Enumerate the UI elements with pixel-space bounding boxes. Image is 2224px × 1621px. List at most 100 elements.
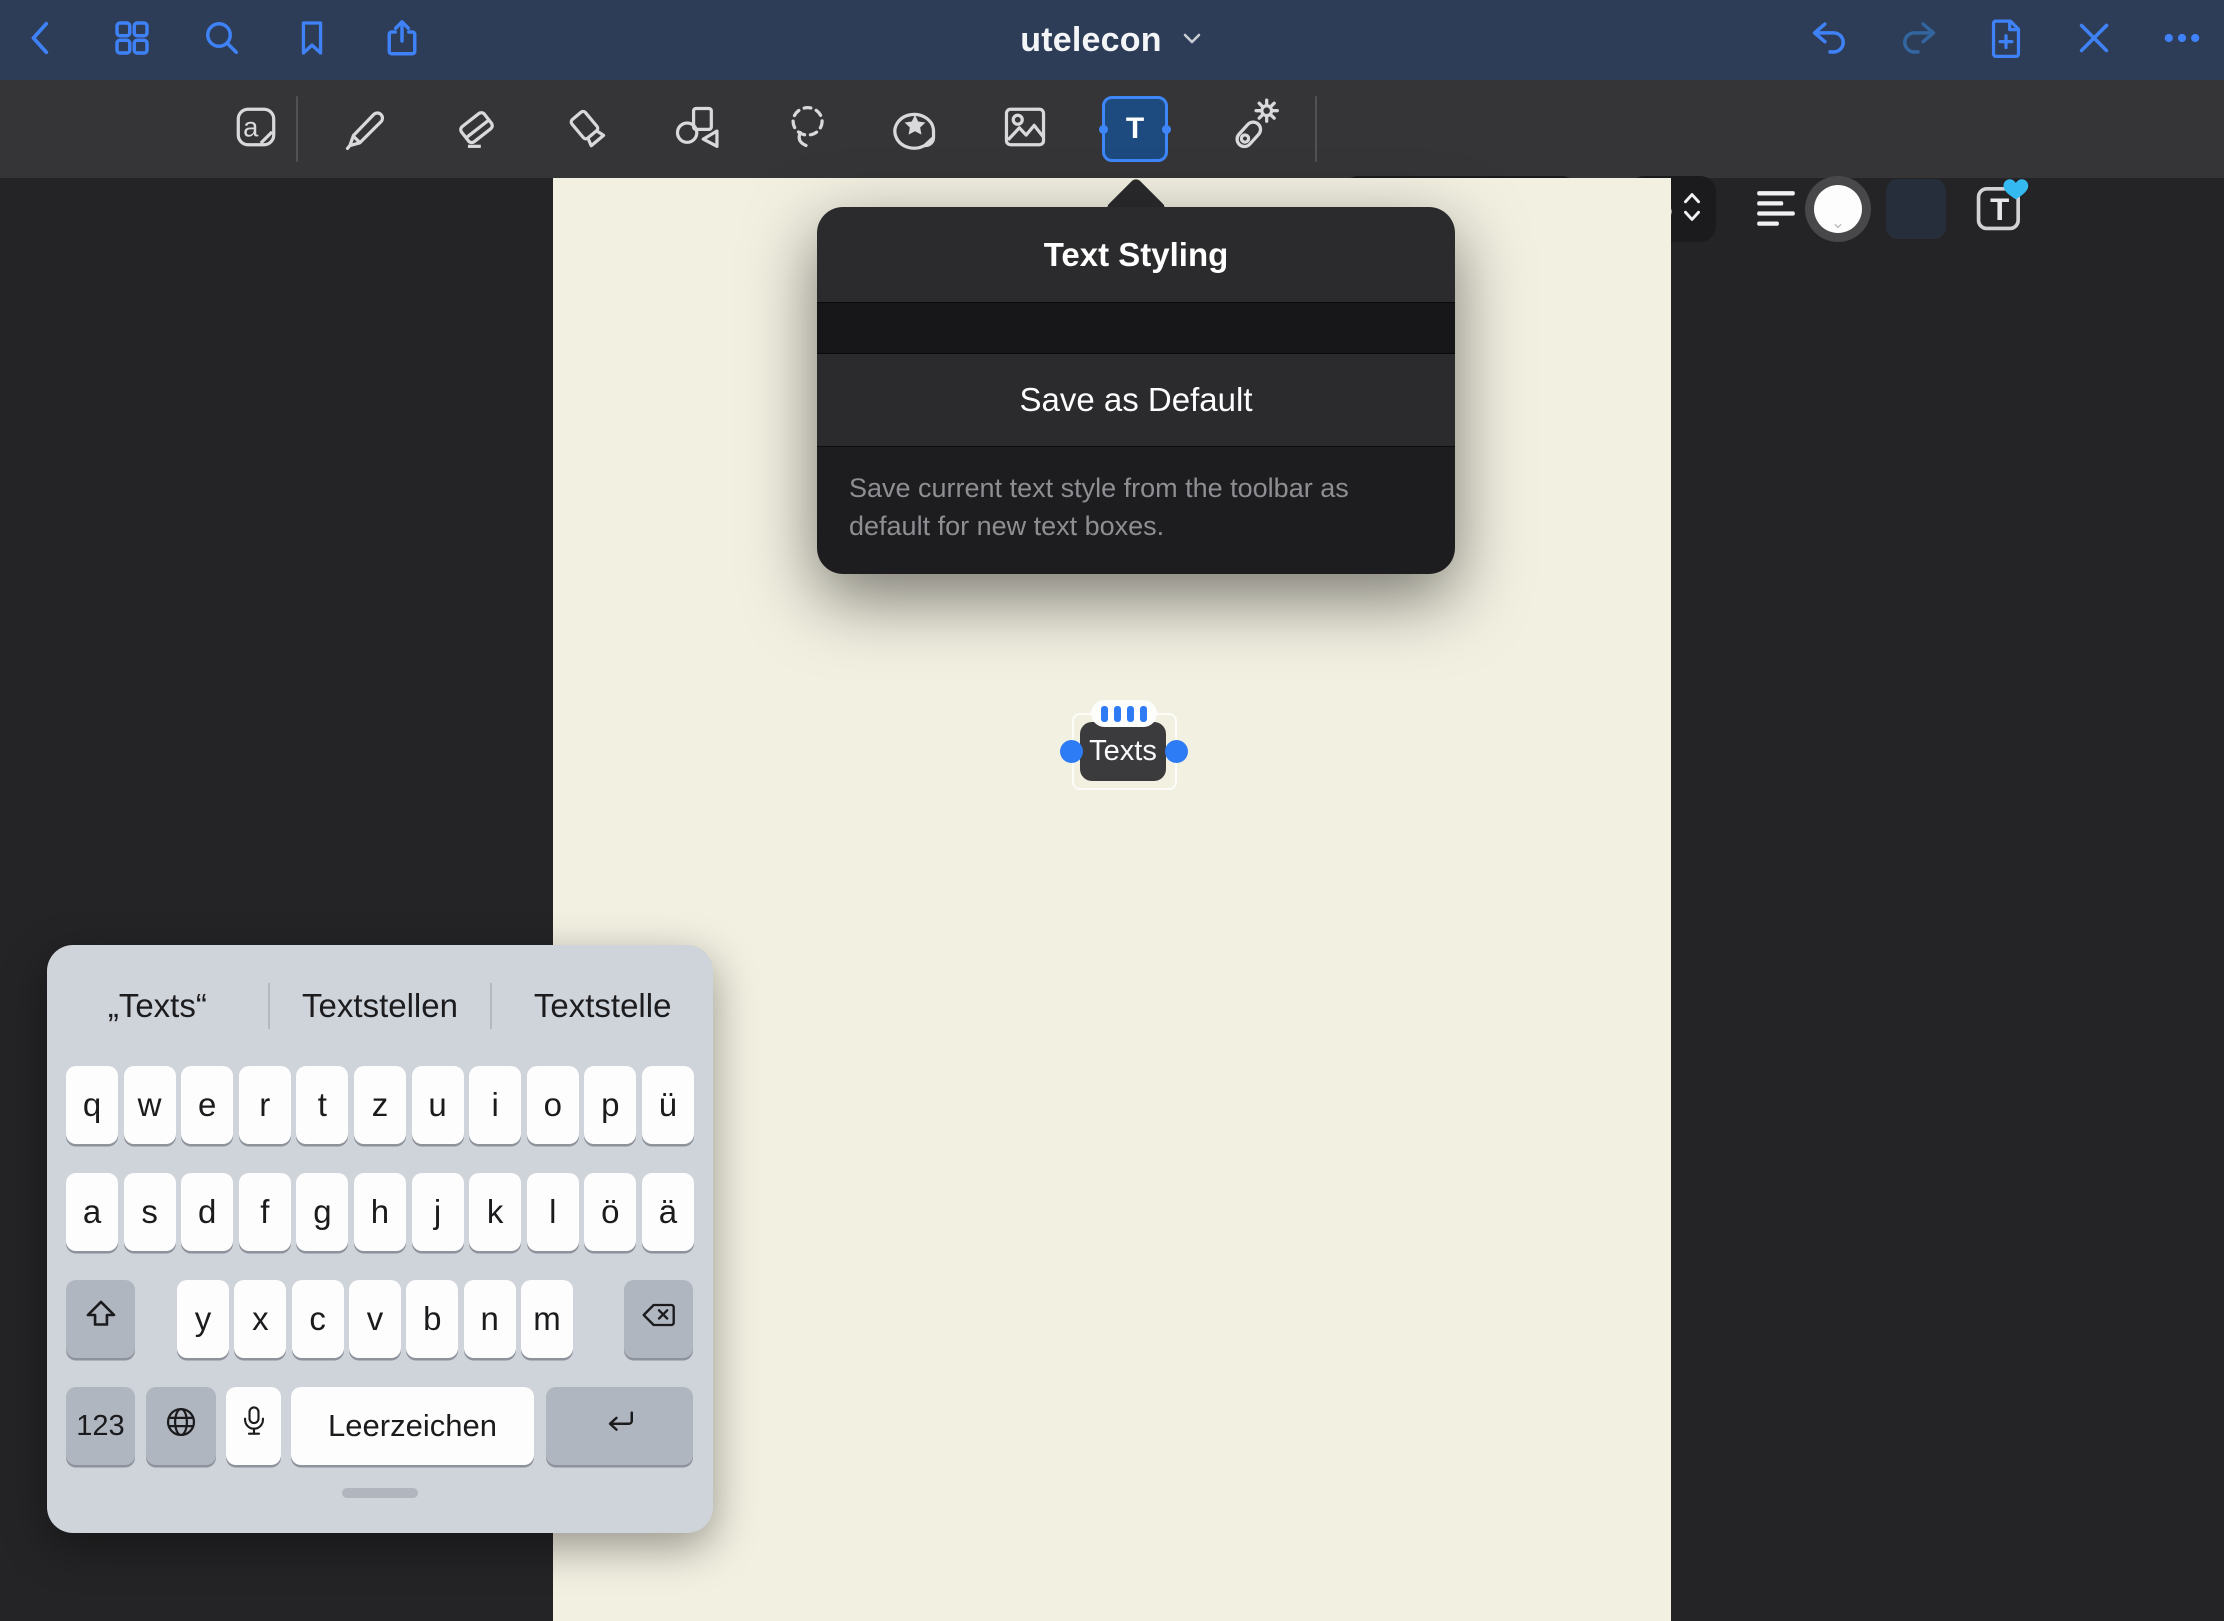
shift-key[interactable] [66, 1280, 135, 1358]
key-z[interactable]: z [354, 1066, 406, 1144]
drag-handle-bar [1101, 706, 1108, 722]
text-background-swatch[interactable] [1886, 179, 1946, 239]
text-tool-button[interactable]: T [1097, 80, 1173, 178]
add-page-button[interactable] [1978, 12, 2034, 68]
key-v[interactable]: v [349, 1280, 401, 1358]
save-as-default-button[interactable]: Save as Default [817, 354, 1455, 446]
edit-mode-button[interactable]: a [218, 80, 294, 178]
key-n[interactable]: n [464, 1280, 516, 1358]
backspace-icon [639, 1295, 679, 1343]
key-b[interactable]: b [406, 1280, 458, 1358]
more-button[interactable] [2154, 12, 2210, 68]
color-chevron-icon: ⌄ [1831, 213, 1845, 233]
textbox-resize-handle-left[interactable] [1060, 740, 1083, 763]
elements-tool-button[interactable] [877, 80, 953, 178]
backspace-key[interactable] [624, 1280, 693, 1358]
lasso-tool-button[interactable] [768, 80, 844, 178]
undo-icon [1808, 16, 1852, 65]
highlighter-tool-button[interactable] [548, 80, 624, 178]
key-x[interactable]: x [234, 1280, 286, 1358]
key-a[interactable]: a [66, 1173, 118, 1251]
app-screen: utelecon [0, 0, 2224, 1621]
popover-description: Save current text style from the toolbar… [817, 446, 1455, 574]
keyboard-row-3-letters: yxcvbnm [177, 1280, 573, 1358]
key-t[interactable]: t [296, 1066, 348, 1144]
key-m[interactable]: m [521, 1280, 573, 1358]
navbar-right-group [1802, 0, 2210, 80]
laser-pointer-tool-button[interactable] [1214, 80, 1290, 178]
text-color-button[interactable]: ⌄ [1805, 176, 1871, 242]
key-j[interactable]: j [412, 1173, 464, 1251]
redo-button[interactable] [1890, 12, 1946, 68]
space-key[interactable]: Leerzeichen [291, 1387, 534, 1465]
dictation-key[interactable] [226, 1387, 281, 1465]
pen-input-off-button[interactable] [2066, 12, 2122, 68]
laser-pointer-icon [1221, 96, 1283, 163]
sticker-star-icon [886, 98, 944, 161]
space-key-label: Leerzeichen [328, 1408, 497, 1444]
redo-icon [1896, 16, 1940, 65]
key-u[interactable]: u [412, 1066, 464, 1144]
toolbar-divider [296, 96, 298, 162]
key-p[interactable]: p [584, 1066, 636, 1144]
suggestion-1[interactable]: Textstellen [270, 987, 491, 1025]
textbox-drag-handle[interactable] [1091, 700, 1157, 727]
key-r[interactable]: r [239, 1066, 291, 1144]
photo-icon [996, 98, 1054, 161]
textbox-resize-handle-right[interactable] [1165, 740, 1188, 763]
key-y[interactable]: y [177, 1280, 229, 1358]
key-h[interactable]: h [354, 1173, 406, 1251]
svg-text:T: T [1990, 192, 2009, 227]
drag-handle-bar [1140, 706, 1147, 722]
key-i[interactable]: i [469, 1066, 521, 1144]
eraser-icon [447, 98, 505, 161]
lasso-icon [777, 98, 835, 161]
key-o[interactable]: o [527, 1066, 579, 1144]
return-key[interactable] [546, 1387, 693, 1465]
text-tool-selected-box: T [1102, 96, 1168, 162]
key-ä[interactable]: ä [642, 1173, 694, 1251]
globe-key[interactable] [146, 1387, 216, 1465]
key-f[interactable]: f [239, 1173, 291, 1251]
keyboard-drag-bar[interactable] [342, 1488, 418, 1498]
suggestion-literal[interactable]: „Texts“ [47, 987, 268, 1025]
pen-tool-button[interactable] [328, 80, 404, 178]
key-g[interactable]: g [296, 1173, 348, 1251]
favorite-text-style-button[interactable]: T [1964, 173, 2036, 245]
numbers-key[interactable]: 123 [66, 1387, 135, 1465]
shift-icon [82, 1296, 120, 1342]
key-s[interactable]: s [124, 1173, 176, 1251]
numbers-key-label: 123 [76, 1410, 124, 1443]
text-tool-glyph: T [1126, 112, 1144, 146]
key-k[interactable]: k [469, 1173, 521, 1251]
edit-mode-icon: a [227, 98, 285, 161]
floating-keyboard: „Texts“ Textstellen Textstelle qwertzuio… [47, 945, 713, 1533]
suggestion-2[interactable]: Textstelle [492, 987, 713, 1025]
navigation-bar: utelecon [0, 0, 2224, 80]
text-tool-handle-right [1162, 125, 1171, 134]
microphone-icon [235, 1403, 273, 1449]
drag-handle-bar [1114, 706, 1121, 722]
key-w[interactable]: w [124, 1066, 176, 1144]
ellipsis-icon [2160, 16, 2204, 65]
image-tool-button[interactable] [987, 80, 1063, 178]
key-c[interactable]: c [292, 1280, 344, 1358]
key-e[interactable]: e [181, 1066, 233, 1144]
text-styling-popover: Text Styling Save as Default Save curren… [817, 207, 1455, 574]
text-tool-handle-left [1099, 125, 1108, 134]
eraser-tool-button[interactable] [438, 80, 514, 178]
key-d[interactable]: d [181, 1173, 233, 1251]
shapes-tool-button[interactable] [658, 80, 734, 178]
text-align-button[interactable] [1744, 176, 1808, 242]
key-ü[interactable]: ü [642, 1066, 694, 1144]
key-q[interactable]: q [66, 1066, 118, 1144]
key-l[interactable]: l [527, 1173, 579, 1251]
popover-title: Text Styling [817, 207, 1455, 302]
textbox-text: Texts [1089, 735, 1157, 768]
keyboard-row-2: asdfghjklöä [66, 1173, 694, 1251]
key-ö[interactable]: ö [584, 1173, 636, 1251]
textbox[interactable]: Texts [1080, 722, 1166, 781]
pen-input-off-icon [2072, 16, 2116, 65]
svg-text:a: a [243, 111, 259, 142]
undo-button[interactable] [1802, 12, 1858, 68]
